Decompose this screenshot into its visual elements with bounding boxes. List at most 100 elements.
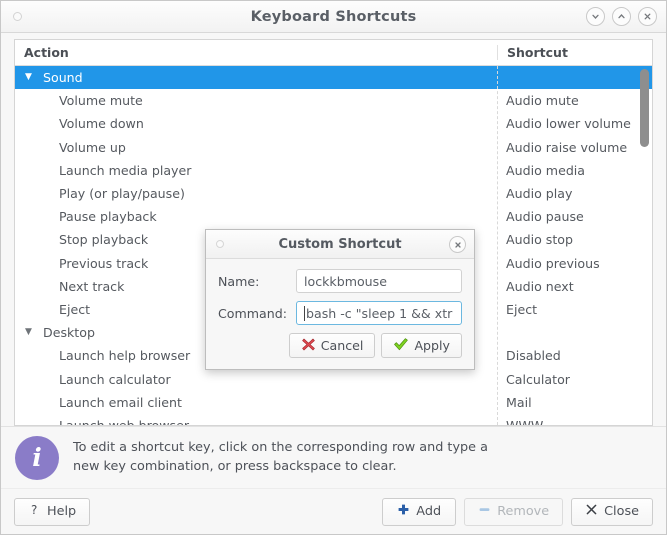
row-shortcut-cell: Audio mute <box>497 93 652 108</box>
name-input[interactable]: lockkbmouse <box>296 269 462 293</box>
window-controls <box>586 7 657 26</box>
row-action-label: Next track <box>59 279 124 294</box>
row-shortcut-cell: Audio previous <box>497 256 652 271</box>
table-row[interactable]: Volume up Audio raise volume <box>15 136 652 159</box>
apply-button-label: Apply <box>414 338 450 353</box>
row-action-label: Stop playback <box>59 232 148 247</box>
green-check-icon <box>393 337 409 355</box>
text-caret <box>304 306 305 321</box>
red-x-icon <box>301 337 316 355</box>
info-icon: i <box>15 436 59 480</box>
table-row[interactable]: Launch email client Mail <box>15 391 652 414</box>
table-row[interactable]: Volume down Audio lower volume <box>15 112 652 135</box>
list-header-row: Action Shortcut <box>15 40 652 66</box>
row-shortcut-cell: Audio play <box>497 186 652 201</box>
remove-button-label: Remove <box>497 504 549 519</box>
dialog-titlebar: Custom Shortcut <box>206 230 474 259</box>
window-title: Keyboard Shortcuts <box>1 9 666 25</box>
chevron-down-icon[interactable]: ▼ <box>25 328 39 337</box>
command-label: Command: <box>218 306 296 321</box>
close-icon <box>585 503 598 520</box>
footer-button-bar: ? Help Add Remove Close <box>1 488 666 534</box>
table-row[interactable]: Volume muteAudio mute <box>15 89 652 112</box>
help-button-label: Help <box>47 504 76 519</box>
cancel-button[interactable]: Cancel <box>289 333 376 358</box>
row-action-cell: Pause playback <box>15 209 497 224</box>
row-action-cell: Volume up <box>15 140 497 155</box>
remove-button[interactable]: Remove <box>464 498 563 526</box>
table-row[interactable]: Launch web browser WWW <box>15 414 652 425</box>
plus-icon <box>397 503 410 520</box>
info-bar: i To edit a shortcut key, click on the c… <box>1 426 666 488</box>
row-action-label: Launch calculator <box>59 372 171 387</box>
table-row[interactable]: Pause playback Audio pause <box>15 205 652 228</box>
question-mark-icon: ? <box>28 503 41 521</box>
close-footer-button[interactable]: Close <box>571 498 653 526</box>
row-shortcut-cell: Audio raise volume <box>497 140 652 155</box>
add-button[interactable]: Add <box>382 498 456 526</box>
row-action-label: Play (or play/pause) <box>59 186 185 201</box>
row-shortcut-cell: Disabled <box>497 348 652 363</box>
column-header-shortcut[interactable]: Shortcut <box>497 45 652 60</box>
svg-text:?: ? <box>31 503 37 517</box>
minus-icon <box>478 503 491 520</box>
row-shortcut-cell: Audio lower volume <box>497 116 652 131</box>
command-input-value: bash -c "sleep 1 && xtr <box>306 306 452 321</box>
row-action-cell: Volume down <box>15 116 497 131</box>
name-field-row: Name: lockkbmouse <box>218 269 462 293</box>
row-action-label: Launch email client <box>59 395 182 410</box>
chevron-down-icon <box>590 11 601 22</box>
close-button[interactable] <box>638 7 657 26</box>
row-shortcut-cell: Mail <box>497 395 652 410</box>
row-action-cell: Launch calculator <box>15 372 497 387</box>
row-shortcut-cell: WWW <box>497 418 652 425</box>
close-footer-button-label: Close <box>604 504 639 519</box>
command-field-row: Command: bash -c "sleep 1 && xtr <box>218 301 462 325</box>
maximize-button[interactable] <box>612 7 631 26</box>
row-shortcut-cell: Audio stop <box>497 232 652 247</box>
add-button-label: Add <box>416 504 441 519</box>
row-action-label: Launch web browser <box>59 418 189 425</box>
table-row[interactable]: ▼ Sound <box>15 66 652 89</box>
minimize-button[interactable] <box>586 7 605 26</box>
row-action-label: Sound <box>43 70 83 85</box>
row-action-cell: Launch web browser <box>15 418 497 425</box>
row-shortcut-cell: Audio next <box>497 279 652 294</box>
apply-button[interactable]: Apply <box>381 333 462 358</box>
row-action-label: Volume up <box>59 140 126 155</box>
row-action-label: Launch media player <box>59 163 191 178</box>
row-shortcut-cell: Audio media <box>497 163 652 178</box>
command-input[interactable]: bash -c "sleep 1 && xtr <box>296 301 462 325</box>
custom-shortcut-dialog: Custom Shortcut Name: lockkbmouse Comman… <box>205 229 475 370</box>
row-action-label: Desktop <box>43 325 95 340</box>
row-action-label: Launch help browser <box>59 348 190 363</box>
table-row[interactable]: Launch calculatorCalculator <box>15 367 652 390</box>
row-action-label: Previous track <box>59 256 148 271</box>
row-action-cell: Launch media player <box>15 163 497 178</box>
cancel-button-label: Cancel <box>321 338 364 353</box>
row-action-cell: Launch email client <box>15 395 497 410</box>
scrollbar-thumb[interactable] <box>640 69 649 147</box>
dialog-body: Name: lockkbmouse Command: bash -c "slee… <box>206 259 474 369</box>
table-row[interactable]: Play (or play/pause) Audio play <box>15 182 652 205</box>
row-action-label: Pause playback <box>59 209 157 224</box>
info-text: To edit a shortcut key, click on the cor… <box>73 439 488 476</box>
chevron-down-icon[interactable]: ▼ <box>25 73 39 82</box>
info-text-line-2: new key combination, or press backspace … <box>73 458 488 477</box>
window-menu-dot[interactable] <box>13 12 22 21</box>
row-action-cell: Volume mute <box>15 93 497 108</box>
help-button[interactable]: ? Help <box>14 498 90 526</box>
keyboard-shortcuts-window: Keyboard Shortcuts Action <box>0 0 667 535</box>
table-row[interactable]: Launch media player Audio media <box>15 159 652 182</box>
name-label: Name: <box>218 274 296 289</box>
row-shortcut-cell: Audio pause <box>497 209 652 224</box>
close-icon <box>642 11 653 22</box>
dialog-buttons: Cancel Apply <box>218 333 462 358</box>
name-input-value: lockkbmouse <box>304 274 387 289</box>
row-action-label: Volume down <box>59 116 144 131</box>
row-action-label: Eject <box>59 302 90 317</box>
info-text-line-1: To edit a shortcut key, click on the cor… <box>73 439 488 458</box>
column-header-action[interactable]: Action <box>15 45 497 60</box>
vertical-scrollbar[interactable] <box>639 67 650 423</box>
row-shortcut-cell: Eject <box>497 302 652 317</box>
